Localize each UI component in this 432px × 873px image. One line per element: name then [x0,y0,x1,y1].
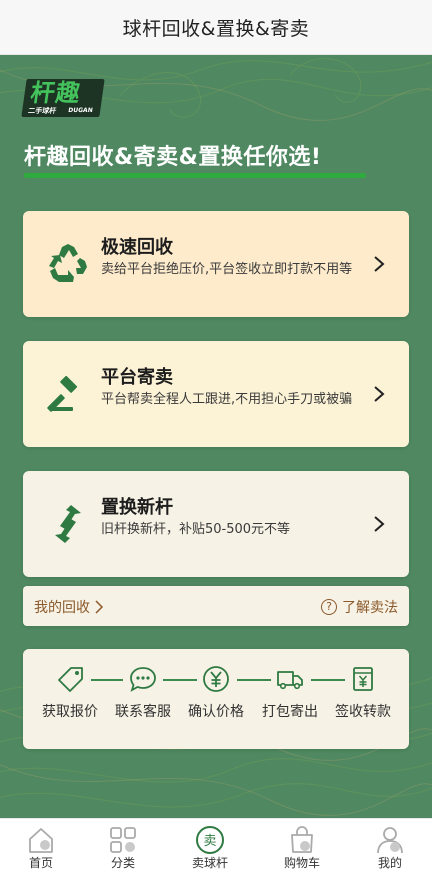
receipt-icon [353,667,373,691]
brand-logo: 杆趣 二手球杆 DUGAN [21,79,105,117]
step-label: 联系客服 [115,704,171,720]
slogan-underline [24,173,366,178]
step-label: 确认价格 [188,704,244,720]
step-connector [311,679,345,681]
yen-icon [203,666,229,692]
cart-icon [291,826,313,853]
step-label: 打包寄出 [262,704,318,720]
question-icon: ? [321,599,337,615]
process-steps: 获取报价 联系客服 确认价格 打包寄出 签收转款 [23,649,409,749]
learn-sell-label: 了解卖法 [342,600,398,616]
my-recycle-label: 我的回收 [34,600,90,616]
step-connector [237,679,271,681]
service-name: 平台寄卖 [101,367,173,388]
chevron-right-icon [374,386,385,402]
tag-icon [58,667,83,692]
bottom-tab-bar: 首页 分类 卖 卖球杆 购物车 我的 [0,818,432,873]
service-name: 极速回收 [101,237,173,258]
sell-icon-char: 卖 [203,834,216,849]
step-connector [163,679,197,681]
banner-slogan: 杆趣回收&寄卖&置换任你选! [24,145,322,170]
service-card-fast-recycle[interactable]: 极速回收 卖给平台拒绝压价,平台签收立即打款不用等 [23,211,409,317]
tab-label: 卖球杆 [191,856,228,870]
tab-label: 我的 [377,856,402,870]
tab-sell[interactable]: 卖 卖球杆 [180,819,240,873]
tab-label: 首页 [28,856,53,870]
service-name: 置换新杆 [101,497,173,518]
exchange-arrows-icon [55,505,81,543]
service-description: 旧杆换新杆，补贴50-500元不等 [101,522,291,537]
page-title: 球杆回收&置换&寄卖 [122,17,310,40]
tab-label: 分类 [110,856,135,870]
chevron-right-icon [374,516,385,532]
recycle-icon [49,244,87,282]
grid-icon [110,827,136,853]
links-bar: 我的回收 ? 了解卖法 [23,586,409,626]
service-description: 平台帮卖全程人工跟进,不用担心手刀或被骗 [101,392,353,407]
service-card-consign[interactable]: 平台寄卖 平台帮卖全程人工跟进,不用担心手刀或被骗 [23,341,409,447]
tab-label: 购物车 [283,856,320,870]
tab-cart[interactable]: 购物车 [272,819,332,873]
learn-sell-link[interactable]: ? 了解卖法 [321,597,398,617]
main-content: 杆趣 二手球杆 DUGAN 杆趣回收&寄卖&置换任你选! 极速回收 卖给平台拒绝… [0,55,432,818]
sell-icon: 卖 [196,826,224,854]
step-label: 获取报价 [42,704,98,720]
step-connector [91,679,123,681]
tab-mine[interactable]: 我的 [360,819,420,873]
step-label: 签收转款 [335,704,391,720]
gavel-icon [47,375,78,412]
top-nav-bar: 球杆回收&置换&寄卖 [0,0,432,55]
logo-sub-right: DUGAN [67,107,94,114]
truck-icon [277,671,303,690]
chevron-right-icon [95,600,104,614]
user-icon [377,827,403,854]
service-card-exchange[interactable]: 置换新杆 旧杆换新杆，补贴50-500元不等 [23,471,409,577]
tab-category[interactable]: 分类 [93,819,153,873]
home-icon [29,828,53,853]
logo-sub-left: 二手球杆 [27,107,57,115]
chat-icon [130,667,156,692]
my-recycle-link[interactable]: 我的回收 [34,597,104,617]
chevron-right-icon [374,256,385,272]
service-description: 卖给平台拒绝压价,平台签收立即打款不用等 [101,262,353,277]
logo-text: 杆趣 [28,79,83,107]
tab-home[interactable]: 首页 [11,819,71,873]
